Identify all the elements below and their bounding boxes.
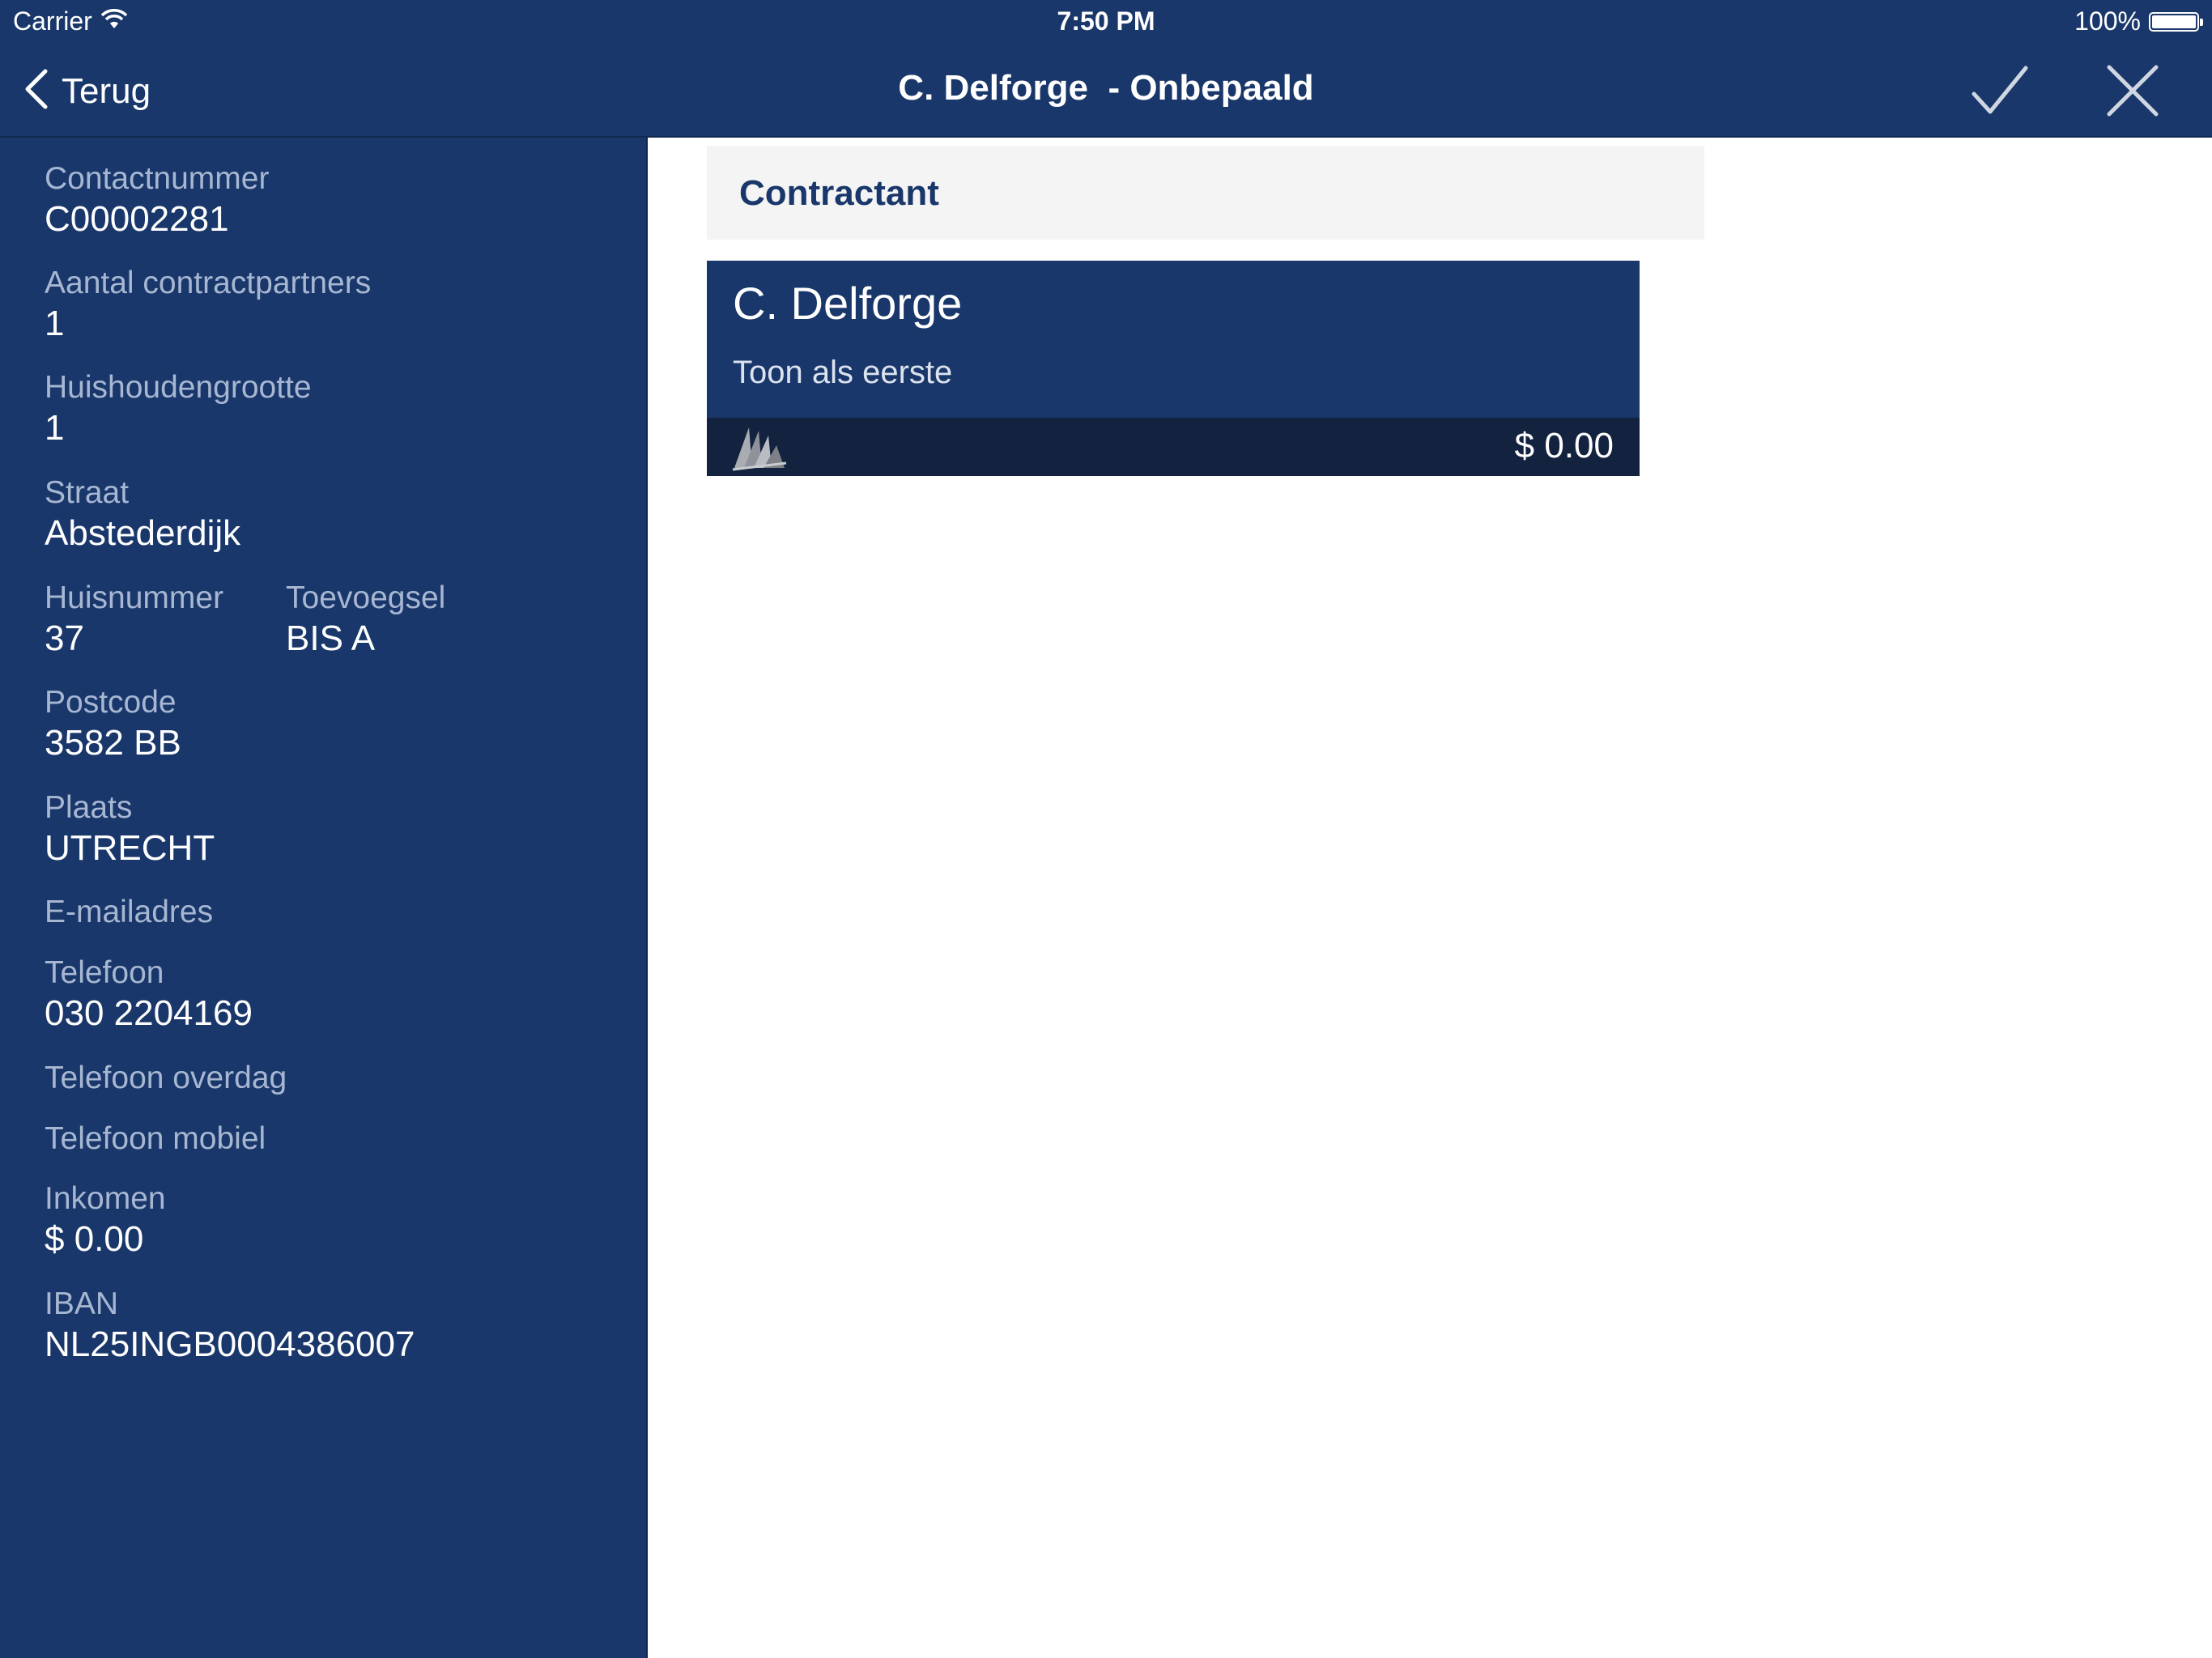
field-value: 37 bbox=[45, 619, 84, 658]
field-telefoon: Telefoon 030 2204169 bbox=[45, 954, 253, 1035]
field-value: 3582 BB bbox=[45, 723, 181, 763]
field-label: Postcode bbox=[45, 685, 177, 720]
field-label: Huishoudengrootte bbox=[45, 370, 312, 405]
app-window: Carrier 7:50 PM 100% Terug C. Delforge -… bbox=[0, 0, 2212, 1658]
field-contactnummer: Contactnummer C00002281 bbox=[45, 160, 269, 241]
field-label: Telefoon bbox=[45, 955, 164, 990]
field-value: $ 0.00 bbox=[45, 1219, 144, 1259]
close-button[interactable] bbox=[2100, 60, 2165, 125]
field-telefoon-overdag: Telefoon overdag bbox=[45, 1060, 287, 1097]
field-label: Telefoon mobiel bbox=[45, 1121, 266, 1156]
field-toevoegsel: Toevoegsel BIS A bbox=[286, 580, 445, 661]
field-iban: IBAN NL25INGB0004386007 bbox=[45, 1286, 415, 1367]
battery-icon bbox=[2149, 11, 2203, 32]
field-value: NL25INGB0004386007 bbox=[45, 1324, 415, 1364]
card-amount: $ 0.00 bbox=[1514, 426, 1614, 466]
checkmark-icon bbox=[1971, 65, 2029, 121]
navigation-bar: Terug C. Delforge - Onbepaald bbox=[0, 44, 2212, 138]
status-bar: Carrier 7:50 PM 100% bbox=[0, 0, 2212, 44]
field-label: Straat bbox=[45, 475, 130, 510]
field-straat: Straat Abstederdijk bbox=[45, 474, 240, 555]
close-icon bbox=[2106, 64, 2159, 121]
field-postcode: Postcode 3582 BB bbox=[45, 684, 181, 765]
contact-card[interactable]: C. Delforge Toon als eerste $ 0.00 bbox=[707, 261, 1640, 476]
field-plaats: Plaats UTRECHT bbox=[45, 789, 215, 870]
status-time: 7:50 PM bbox=[1057, 6, 1155, 36]
status-right: 100% bbox=[2074, 6, 2203, 36]
field-label: IBAN bbox=[45, 1286, 119, 1321]
main-content: Contractant C. Delforge Toon als eerste … bbox=[648, 138, 2212, 1658]
sails-logo-icon bbox=[731, 421, 788, 475]
page-title: C. Delforge - Onbepaald bbox=[898, 68, 1314, 108]
field-value: UTRECHT bbox=[45, 828, 215, 868]
card-subtitle: Toon als eerste bbox=[733, 355, 953, 390]
field-label: E-mailadres bbox=[45, 895, 214, 929]
field-value: C00002281 bbox=[45, 199, 229, 239]
field-value: 1 bbox=[45, 408, 65, 448]
field-value: Abstederdijk bbox=[45, 513, 241, 553]
card-footer: $ 0.00 bbox=[707, 418, 1640, 476]
field-aantal-contractpartners: Aantal contractpartners 1 bbox=[45, 265, 371, 346]
field-inkomen: Inkomen $ 0.00 bbox=[45, 1180, 166, 1261]
contact-details-sidebar: Contactnummer C00002281 Aantal contractp… bbox=[0, 138, 648, 1658]
field-telefoon-mobiel: Telefoon mobiel bbox=[45, 1120, 266, 1158]
field-label: Plaats bbox=[45, 790, 133, 825]
field-emailadres: E-mailadres bbox=[45, 894, 213, 931]
field-label: Aantal contractpartners bbox=[45, 266, 372, 300]
section-header: Contractant bbox=[707, 146, 1704, 240]
field-huishoudengrootte: Huishoudengrootte 1 bbox=[45, 369, 312, 450]
field-label: Telefoon overdag bbox=[45, 1061, 287, 1095]
section-title: Contractant bbox=[739, 173, 939, 213]
field-huisnummer: Huisnummer 37 bbox=[45, 580, 223, 661]
field-label: Contactnummer bbox=[45, 161, 270, 196]
field-value: BIS A bbox=[286, 619, 376, 658]
field-label: Huisnummer bbox=[45, 580, 224, 615]
field-value: 030 2204169 bbox=[45, 993, 253, 1033]
field-label: Inkomen bbox=[45, 1181, 166, 1216]
field-value: 1 bbox=[45, 304, 65, 343]
field-label: Toevoegsel bbox=[286, 580, 446, 615]
confirm-button[interactable] bbox=[1967, 60, 2032, 125]
card-name: C. Delforge bbox=[733, 278, 963, 329]
battery-percent: 100% bbox=[2074, 6, 2141, 36]
